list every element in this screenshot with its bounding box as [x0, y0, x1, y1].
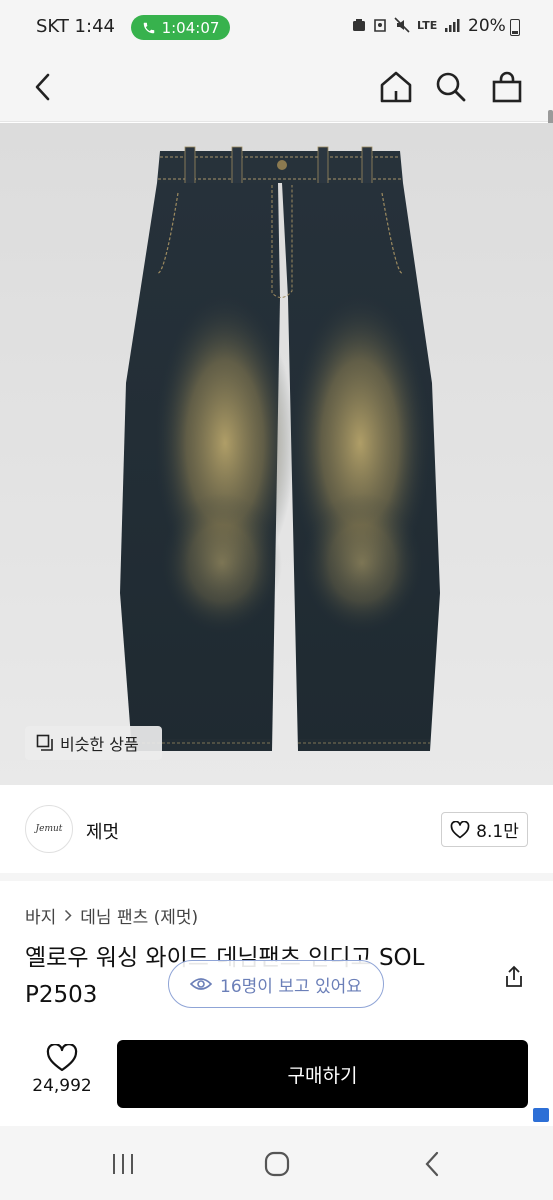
- buy-button[interactable]: 구매하기: [117, 1040, 528, 1108]
- notification-icon: [353, 19, 365, 31]
- back-button[interactable]: [20, 64, 66, 110]
- brand-logo[interactable]: Jemut: [25, 805, 73, 853]
- recent-apps-icon: [113, 1154, 133, 1174]
- network-type: LTE: [417, 18, 438, 32]
- app-header: [0, 54, 553, 168]
- status-icons: LTE: [352, 17, 460, 33]
- breadcrumb: 바지 데님 팬츠 (제멋): [25, 903, 198, 928]
- heart-icon: [46, 1044, 78, 1072]
- floating-folder-icon[interactable]: [533, 1108, 549, 1122]
- back-icon: [425, 1151, 439, 1177]
- similar-products-label: 비슷한 상품: [60, 735, 139, 754]
- product-image[interactable]: [0, 123, 553, 785]
- search-button[interactable]: [428, 64, 474, 110]
- brand-like-count: 8.1만: [476, 822, 519, 842]
- search-icon: [436, 72, 466, 102]
- similar-products-button[interactable]: 비슷한 상품: [25, 726, 162, 760]
- phone-icon: [143, 22, 154, 33]
- wishlist-count: 24,992: [32, 1076, 92, 1096]
- eye-icon: [190, 978, 213, 990]
- cart-button[interactable]: [484, 64, 530, 110]
- back-nav-button[interactable]: [410, 1146, 454, 1182]
- action-bar: 24,992 구매하기: [0, 1026, 553, 1126]
- denim-pants-image: [120, 146, 440, 751]
- home-circle-icon: [264, 1151, 290, 1177]
- section-divider: [0, 873, 553, 881]
- home-button[interactable]: [373, 64, 419, 110]
- wishlist-button[interactable]: 24,992: [22, 1044, 102, 1096]
- battery-icon: [510, 19, 520, 36]
- brand-logo-text: Jemut: [35, 824, 63, 834]
- chevron-left-icon: [35, 73, 50, 101]
- status-bar: SKT 1:44 1:04:07 LTE 20%: [0, 0, 553, 54]
- home-nav-button[interactable]: [255, 1146, 299, 1182]
- carrier-time: SKT 1:44: [36, 16, 115, 37]
- call-timer: 1:04:07: [161, 18, 220, 37]
- breadcrumb-item-denim[interactable]: 데님 팬츠 (제멋): [80, 903, 198, 928]
- chevron-right-icon: [65, 909, 72, 922]
- heart-icon: [450, 820, 470, 838]
- breadcrumb-item-pants[interactable]: 바지: [25, 903, 56, 928]
- mute-icon: [394, 17, 410, 33]
- brand-like-button[interactable]: 8.1만: [441, 812, 528, 847]
- app-notification-icon: [374, 19, 386, 32]
- home-icon: [380, 71, 412, 103]
- share-icon: [506, 965, 522, 987]
- shopping-bag-icon: [492, 71, 522, 103]
- viewer-count-badge: 16명이 보고 있어요: [168, 960, 384, 1008]
- signal-icon: [445, 19, 460, 32]
- copy-icon: [36, 734, 53, 751]
- brand-row: Jemut 제멋 8.1만: [0, 785, 553, 873]
- viewer-count-text: 16명이 보고 있어요: [220, 976, 362, 997]
- recent-apps-button[interactable]: [101, 1146, 145, 1182]
- brand-name[interactable]: 제멋: [86, 818, 119, 844]
- system-nav-bar: [0, 1126, 553, 1200]
- battery-percent: 20%: [468, 16, 506, 36]
- share-button[interactable]: [500, 963, 528, 991]
- call-timer-pill[interactable]: 1:04:07: [131, 15, 230, 40]
